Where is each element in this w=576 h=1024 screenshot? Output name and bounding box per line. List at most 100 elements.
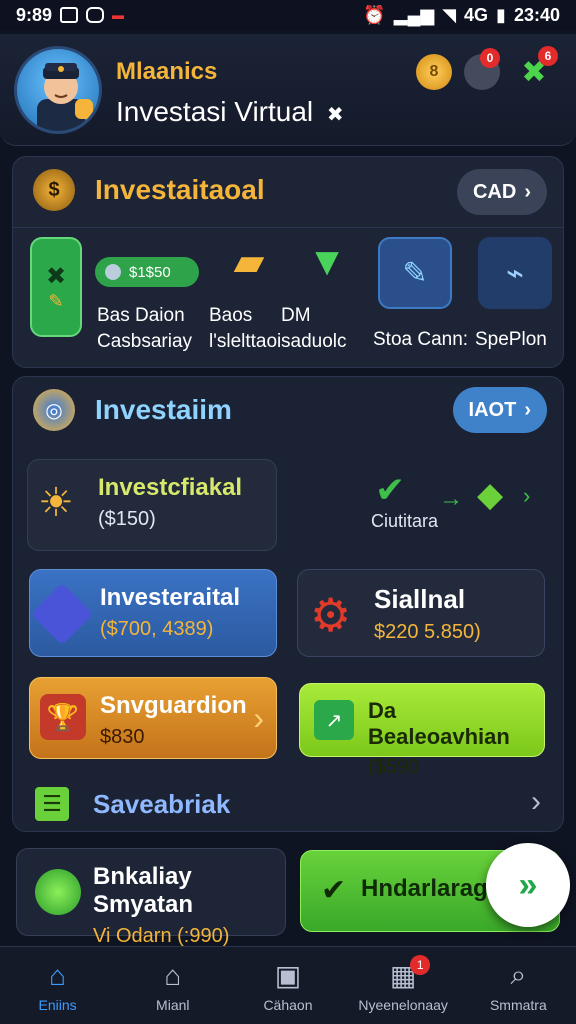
- tool-pipe[interactable]: ⌁: [469, 237, 561, 343]
- shield-icon: $: [33, 169, 75, 211]
- close-x-icon[interactable]: ✖ 6: [516, 46, 558, 90]
- card-value: ($150): [98, 508, 156, 530]
- arrow-right-icon: →: [439, 485, 463, 512]
- nav-item-gift[interactable]: ▦ 1 Nyeenelonaay: [348, 951, 458, 1021]
- double-chevron-icon: »: [518, 865, 538, 904]
- edit-icon: ✎: [378, 237, 452, 309]
- tool-edit[interactable]: ✎: [369, 237, 461, 343]
- bank-icon: ⌂: [164, 959, 182, 991]
- video-icon: ▣: [274, 960, 302, 991]
- notification-icon-2: [86, 7, 105, 23]
- chevron-right-icon: ›: [531, 785, 541, 818]
- app-subtitle: Investasi Virtual ✖: [116, 96, 344, 128]
- card-value: $220 5.850): [374, 621, 481, 643]
- nav-item-video[interactable]: ▣ Cähaon: [233, 951, 343, 1021]
- notification-red-icon: ▬: [112, 8, 125, 22]
- gear-icon: ⚙: [310, 589, 352, 641]
- app-subtitle-text: Investasi Virtual: [116, 96, 314, 127]
- status-text: Ciutitara: [371, 511, 439, 531]
- bell-icon[interactable]: 0: [464, 48, 500, 90]
- chevron-right-icon: ›: [253, 700, 264, 736]
- toggle-label: $1$50: [129, 263, 171, 281]
- nav-label: Eniins: [38, 996, 77, 1013]
- diamond-check-icon: ◆: [477, 476, 504, 514]
- compass-icon: ◎: [33, 389, 75, 431]
- nav-label: Mianl: [156, 996, 190, 1013]
- calculator-icon: ✖ ✎: [30, 237, 82, 337]
- section-header: ◎ Investaiim IAOT ›: [13, 377, 563, 443]
- card-title: Investeraital: [100, 584, 241, 611]
- forward-fab-button[interactable]: »: [486, 843, 570, 927]
- status-bar: 9:89 ▬ ⏰ ▂▄▆ ◥ 4G ▮ 23:40: [0, 0, 576, 30]
- status-right-time: 23:40: [513, 4, 560, 25]
- wifi-icon: ◥: [442, 4, 457, 25]
- investment-card-2[interactable]: Investeraital ($700, 4389): [29, 569, 277, 657]
- bottom-card-left[interactable]: Bnkaliay Smyatan Vi Odarn (:990): [16, 848, 286, 947]
- card-title: Da Bealeoavhian: [368, 698, 510, 749]
- status-time: 9:89: [16, 4, 53, 25]
- app-name: Mlaanics: [116, 58, 218, 85]
- signal-icon: ▂▄▆: [393, 4, 435, 25]
- chevron-right-icon: ›: [524, 180, 531, 203]
- nav-item-bank[interactable]: ⌂ Mianl: [118, 951, 228, 1021]
- x-badge: 6: [538, 46, 558, 66]
- card-value: Vi Odarn (:990): [93, 925, 230, 947]
- diamond-icon: [30, 582, 94, 646]
- tool-label-4: Stoa Cann:: [373, 329, 469, 350]
- card-value: $830: [100, 726, 145, 748]
- nav-item-home[interactable]: ⌂ Eniins: [3, 951, 113, 1021]
- trophy-icon: 🏆: [40, 694, 86, 740]
- check-icon: ✔: [321, 874, 347, 907]
- chevron-right-icon: ›: [524, 398, 531, 421]
- card-title: Investcfiakal: [98, 474, 243, 501]
- nav-item-search[interactable]: ⌕ Smmatra: [463, 951, 573, 1021]
- tool-label-1: Bas Daion Casbsariay: [97, 305, 193, 352]
- coin-icon[interactable]: 8: [416, 54, 452, 90]
- coin-small-icon: [105, 264, 121, 280]
- list-icon: ☰: [35, 787, 69, 821]
- bell-badge: 0: [480, 48, 500, 68]
- app-header: Mlaanics Investasi Virtual ✖ 8 0 ✖ 6: [0, 34, 576, 146]
- section-title: Investaitaoal: [95, 174, 265, 205]
- tool-calc[interactable]: ✖ ✎: [29, 237, 83, 343]
- investment-card-1[interactable]: ☀ Investcfiakal ($150): [27, 459, 277, 551]
- section-title: Investaiim: [95, 394, 232, 425]
- tool-label-3: DM saduolc: [281, 305, 347, 352]
- cad-button-label: CAD: [472, 180, 517, 203]
- home-icon: ⌂: [49, 959, 67, 991]
- notification-icon: [60, 7, 79, 23]
- card-title: Bnkaliay Smyatan: [93, 863, 194, 918]
- nav-label: Nyeenelonaay: [358, 996, 448, 1013]
- trend-icon: ↗: [314, 700, 354, 740]
- card-title: Siallnal: [374, 584, 466, 614]
- investment-tools-section: $ Investaitaoal CAD › ✖ ✎ $1$50 Bas Daion…: [12, 156, 564, 368]
- nav-label: Smmatra: [489, 996, 547, 1013]
- chevron-right-icon: ›: [523, 483, 531, 508]
- investment-card-5[interactable]: ↗ Da Bealeoavhian ($590: [299, 683, 545, 778]
- green-dot-icon: [35, 869, 81, 915]
- avatar[interactable]: [14, 46, 102, 134]
- subtitle-close-icon[interactable]: ✖: [327, 104, 344, 126]
- investment-card-4[interactable]: 🏆 Snvguardion $830 ›: [29, 677, 277, 759]
- nav-label: Cähaon: [263, 996, 313, 1013]
- investment-card-3[interactable]: ⚙ Siallnal $220 5.850): [297, 569, 545, 657]
- tool-label-5: SpePlon: [475, 329, 547, 350]
- cad-button[interactable]: CAD ›: [456, 169, 547, 215]
- battery-icon: ▮: [496, 4, 506, 25]
- divider: [13, 227, 563, 228]
- card-value: ($700, 4389): [100, 618, 214, 640]
- save-row[interactable]: ☰ Saveabriak ›: [13, 775, 563, 833]
- pipe-icon: ⌁: [478, 237, 552, 309]
- iaot-button[interactable]: IAOT ›: [452, 387, 547, 433]
- bottom-nav: ⌂ Eniins ⌂ Mianl ▣ Cähaon ▦ 1 Nyeenelona…: [0, 946, 576, 1024]
- section-header: $ Investaitaoal CAD ›: [13, 157, 563, 223]
- folder-icon: ▰: [233, 240, 265, 284]
- balance-toggle[interactable]: $1$50: [95, 257, 199, 287]
- gem-icon: ▼: [307, 239, 347, 284]
- alarm-icon: ⏰: [363, 4, 386, 25]
- row-title: Saveabriak: [93, 789, 231, 819]
- investment-section: ◎ Investaiim IAOT › ☀ Investcfiakal ($15…: [12, 376, 564, 832]
- status-group: ✔ → ◆ › Ciutitara: [371, 469, 553, 539]
- iaot-button-label: IAOT: [468, 398, 517, 421]
- check-shield-icon: ✔: [375, 469, 406, 510]
